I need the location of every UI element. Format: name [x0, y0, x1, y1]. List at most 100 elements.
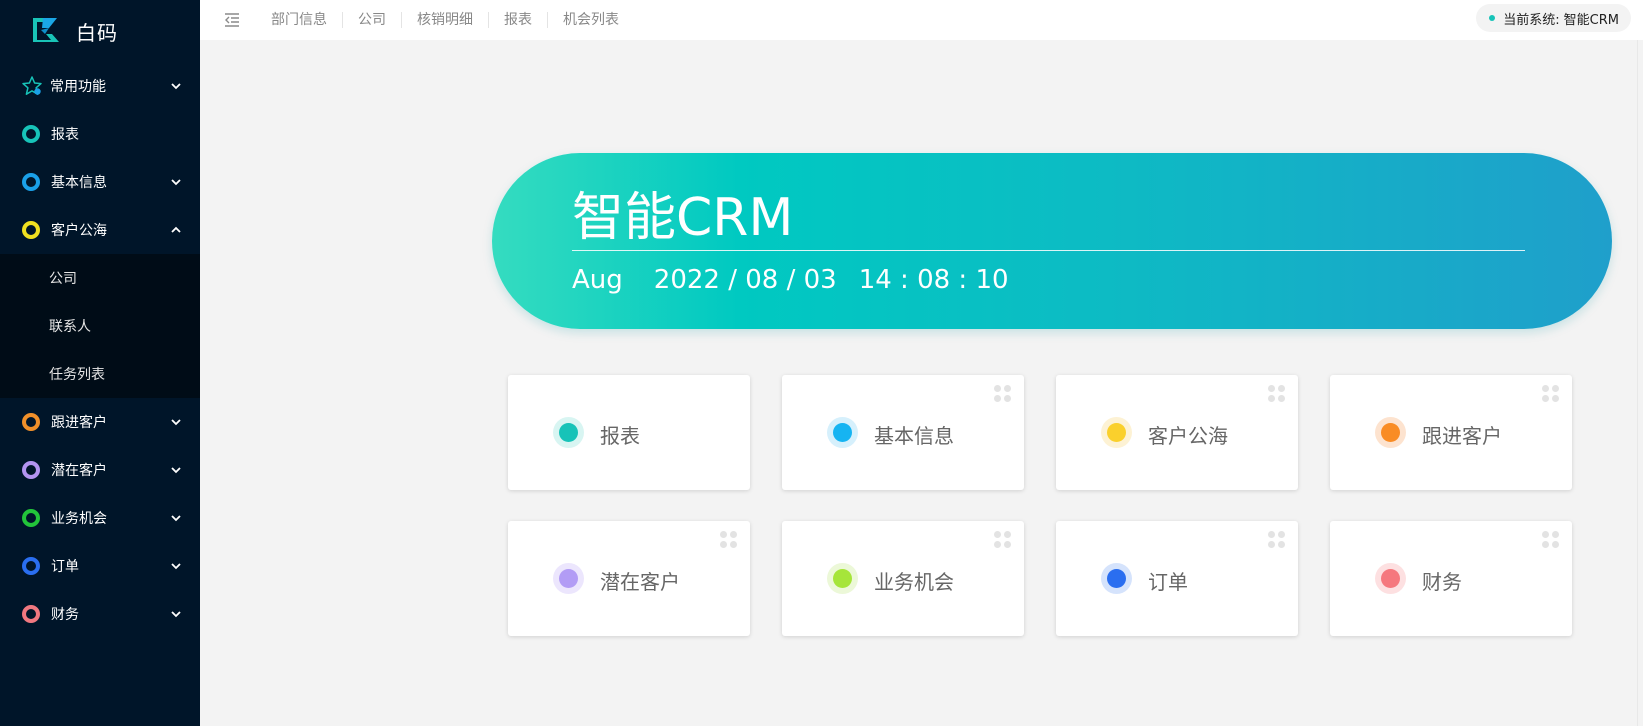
ring-icon — [22, 413, 40, 431]
shortcut-card-potential[interactable]: 潜在客户 — [508, 521, 750, 636]
sidebar-item-common-functions[interactable]: 常用功能 — [0, 62, 200, 110]
circle-icon — [1381, 423, 1400, 442]
circle-icon — [833, 569, 852, 588]
brand[interactable]: 白码 — [0, 0, 200, 62]
tab-company[interactable]: 公司 — [343, 12, 402, 28]
chevron-down-icon — [171, 611, 181, 618]
shortcut-card-follow-up[interactable]: 跟进客户 — [1330, 375, 1572, 490]
hero-date: 2022 / 08 / 03 — [653, 265, 837, 295]
sidebar-menu: 常用功能 报表 基本信息 客户公海 公司 联系人 任务列表 跟进客户 潜在客户 … — [0, 62, 200, 638]
sidebar-item-customer-pool[interactable]: 客户公海 — [0, 206, 200, 254]
sidebar-item-label: 基本信息 — [51, 175, 107, 191]
shortcut-card-finance[interactable]: 财务 — [1330, 521, 1572, 636]
hero-divider — [572, 250, 1525, 251]
card-dot-halo — [553, 417, 584, 448]
submenu-item-task-list[interactable]: 任务列表 — [0, 350, 200, 398]
chevron-down-icon — [171, 467, 181, 474]
hero-title: 智能CRM — [572, 188, 794, 248]
ring-icon — [22, 173, 40, 191]
chevron-down-icon — [171, 563, 181, 570]
card-label: 业务机会 — [874, 570, 954, 594]
sidebar-item-label: 财务 — [51, 607, 79, 623]
tab-department-info[interactable]: 部门信息 — [256, 12, 343, 28]
sidebar-item-label: 业务机会 — [51, 511, 107, 527]
card-dot-halo — [553, 563, 584, 594]
card-dot-halo — [1375, 417, 1406, 448]
sidebar-item-label: 潜在客户 — [51, 463, 107, 479]
hero-datetime: Aug 2022 / 08 / 03 14 : 08 : 10 — [572, 265, 1009, 295]
shortcut-card-customer-pool[interactable]: 客户公海 — [1056, 375, 1298, 490]
card-label: 报表 — [600, 424, 640, 448]
ring-icon — [22, 605, 40, 623]
tab-opportunity-list[interactable]: 机会列表 — [548, 12, 634, 28]
circle-icon — [833, 423, 852, 442]
ring-icon — [22, 509, 40, 527]
sidebar-item-finance[interactable]: 财务 — [0, 590, 200, 638]
drag-handle-icon[interactable] — [994, 385, 1012, 403]
chevron-down-icon — [171, 83, 181, 90]
card-label: 潜在客户 — [600, 570, 680, 594]
menu-fold-icon[interactable] — [224, 12, 240, 28]
drag-handle-icon[interactable] — [994, 531, 1012, 549]
drag-handle-icon[interactable] — [1542, 531, 1560, 549]
brand-name: 白码 — [76, 20, 118, 45]
sidebar-item-opportunities[interactable]: 业务机会 — [0, 494, 200, 542]
shortcut-card-basic-info[interactable]: 基本信息 — [782, 375, 1024, 490]
card-label: 基本信息 — [874, 424, 954, 448]
sidebar-item-label: 跟进客户 — [51, 415, 107, 431]
tab-reports[interactable]: 报表 — [489, 12, 548, 28]
sidebar-item-label: 常用功能 — [50, 79, 106, 95]
circle-icon — [1381, 569, 1400, 588]
card-dot-halo — [1101, 563, 1132, 594]
circle-icon — [559, 569, 578, 588]
card-dot-halo — [827, 563, 858, 594]
card-label: 跟进客户 — [1422, 424, 1502, 448]
drag-handle-icon[interactable] — [720, 531, 738, 549]
sidebar-item-reports[interactable]: 报表 — [0, 110, 200, 158]
card-dot-halo — [1101, 417, 1132, 448]
hero-time: 14 : 08 : 10 — [858, 265, 1009, 295]
circle-icon — [559, 423, 578, 442]
chevron-down-icon — [171, 419, 181, 426]
sidebar-item-potential[interactable]: 潜在客户 — [0, 446, 200, 494]
scrollbar[interactable] — [1637, 40, 1643, 726]
sidebar-item-label: 报表 — [51, 127, 79, 143]
card-label: 客户公海 — [1148, 424, 1228, 448]
shortcut-card-reports[interactable]: 报表 — [508, 375, 750, 490]
circle-icon — [1107, 423, 1126, 442]
sidebar: 白码 常用功能 报表 基本信息 客户公海 公司 联系人 任务列表 跟进客户 潜在… — [0, 0, 200, 726]
ring-icon — [22, 557, 40, 575]
chevron-up-icon — [171, 226, 181, 233]
sidebar-item-follow-up[interactable]: 跟进客户 — [0, 398, 200, 446]
brand-logo-icon — [33, 18, 59, 42]
sidebar-item-orders[interactable]: 订单 — [0, 542, 200, 590]
drag-handle-icon[interactable] — [1542, 385, 1560, 403]
shortcut-card-orders[interactable]: 订单 — [1056, 521, 1298, 636]
drag-handle-icon[interactable] — [1268, 531, 1286, 549]
chevron-down-icon — [171, 179, 181, 186]
sidebar-item-label: 订单 — [51, 559, 79, 575]
sidebar-item-label: 客户公海 — [51, 223, 107, 239]
star-icon — [22, 76, 42, 95]
tab-bar: 部门信息 公司 核销明细 报表 机会列表 — [256, 12, 634, 28]
hero-banner: 智能CRM Aug 2022 / 08 / 03 14 : 08 : 10 — [492, 153, 1612, 329]
current-system-badge[interactable]: 当前系统: 智能CRM — [1476, 4, 1631, 32]
ring-icon — [22, 221, 40, 239]
current-system-label: 当前系统: — [1503, 12, 1560, 28]
chevron-down-icon — [171, 515, 181, 522]
status-dot — [1489, 15, 1496, 21]
card-label: 财务 — [1422, 570, 1462, 594]
ring-icon — [22, 125, 40, 143]
submenu-item-contacts[interactable]: 联系人 — [0, 302, 200, 350]
current-system-name: 智能CRM — [1563, 12, 1619, 28]
card-dot-halo — [827, 417, 858, 448]
topbar: 部门信息 公司 核销明细 报表 机会列表 当前系统: 智能CRM — [200, 0, 1643, 40]
shortcut-card-opportunities[interactable]: 业务机会 — [782, 521, 1024, 636]
submenu-item-company[interactable]: 公司 — [0, 254, 200, 302]
card-dot-halo — [1375, 563, 1406, 594]
drag-handle-icon[interactable] — [1268, 385, 1286, 403]
tab-writeoff-details[interactable]: 核销明细 — [402, 12, 489, 28]
circle-icon — [1107, 569, 1126, 588]
sidebar-item-basic-info[interactable]: 基本信息 — [0, 158, 200, 206]
ring-icon — [22, 461, 40, 479]
